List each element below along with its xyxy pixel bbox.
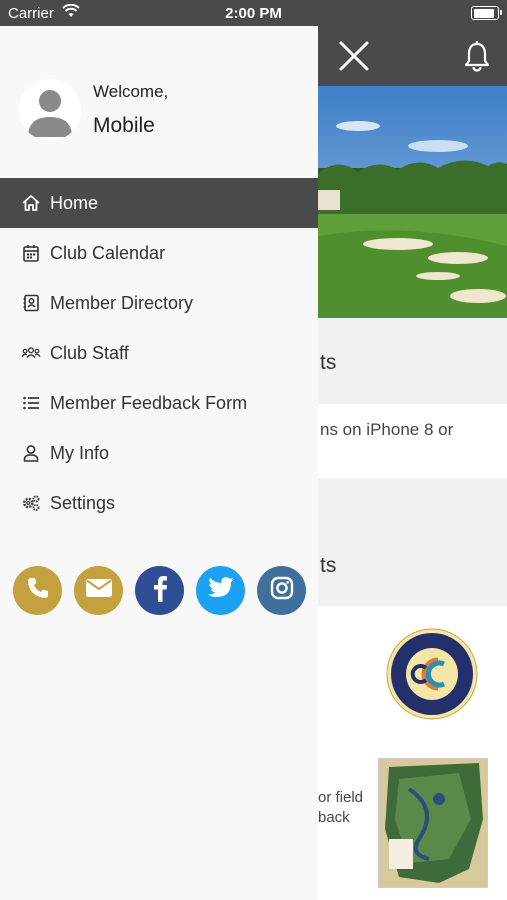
- coral-creek-club-logo: [386, 628, 478, 720]
- group-icon: [21, 343, 41, 363]
- background-text-5a: or field: [318, 789, 364, 806]
- menu-item-label: Club Staff: [50, 342, 129, 363]
- phone-button[interactable]: [13, 566, 62, 615]
- background-section-1: ts: [318, 318, 507, 405]
- email-button[interactable]: [74, 566, 123, 615]
- background-text-5b: back: [318, 809, 350, 826]
- facebook-button[interactable]: [135, 566, 184, 615]
- drawer-menu: Home Club Calendar Member Directory Club…: [0, 178, 318, 528]
- course-map-image: [378, 758, 488, 888]
- menu-item-label: Club Calendar: [50, 242, 166, 263]
- list-icon: [21, 393, 41, 413]
- user-name: Mobile: [93, 114, 155, 137]
- menu-item-label: My Info: [50, 442, 110, 463]
- instagram-icon: [270, 576, 294, 605]
- bell-icon[interactable]: [462, 40, 492, 72]
- background-section-3: ts: [318, 478, 507, 607]
- menu-item-settings[interactable]: Settings: [0, 478, 318, 528]
- mail-icon: [85, 577, 113, 604]
- close-icon[interactable]: [338, 40, 370, 72]
- background-section-2: ns on iPhone 8 or: [318, 404, 507, 478]
- gears-icon: [21, 493, 41, 513]
- profile-header: Welcome, Mobile: [0, 26, 318, 178]
- contact-book-icon: [21, 293, 41, 313]
- calendar-icon: [21, 243, 41, 263]
- menu-item-club-staff[interactable]: Club Staff: [0, 328, 318, 378]
- navigation-drawer: Welcome, Mobile Home Club Calendar Membe…: [0, 26, 318, 900]
- background-text-3: ts: [320, 554, 337, 577]
- menu-item-member-feedback-form[interactable]: Member Feedback Form: [0, 378, 318, 428]
- menu-item-label: Home: [50, 192, 99, 213]
- avatar[interactable]: [19, 79, 81, 141]
- instagram-button[interactable]: [257, 566, 306, 615]
- menu-item-member-directory[interactable]: Member Directory: [0, 278, 318, 328]
- background-section-4: [318, 606, 507, 745]
- background-text-1: ts: [320, 351, 337, 374]
- menu-item-my-info[interactable]: My Info: [0, 428, 318, 478]
- menu-item-label: Settings: [50, 492, 116, 513]
- clock: 2:00 PM: [225, 5, 282, 22]
- menu-item-club-calendar[interactable]: Club Calendar: [0, 228, 318, 278]
- golf-course-photo: [318, 86, 507, 318]
- home-icon: [21, 193, 41, 213]
- user-icon: [21, 443, 41, 463]
- background-section-5: or field back: [318, 744, 507, 900]
- social-links: [13, 566, 313, 616]
- welcome-label: Welcome,: [93, 82, 169, 101]
- twitter-button[interactable]: [196, 566, 245, 615]
- twitter-icon: [207, 576, 235, 605]
- menu-item-label: Member Directory: [50, 292, 194, 313]
- battery-icon: [471, 6, 502, 20]
- background-text-5: or field back: [318, 788, 363, 828]
- background-text-2: ns on iPhone 8 or: [320, 420, 454, 439]
- facebook-icon: [152, 574, 168, 607]
- status-bar: Carrier 2:00 PM: [0, 0, 507, 26]
- menu-item-label: Member Feedback Form: [50, 392, 248, 413]
- phone-icon: [25, 575, 51, 606]
- menu-item-home[interactable]: Home: [0, 178, 318, 228]
